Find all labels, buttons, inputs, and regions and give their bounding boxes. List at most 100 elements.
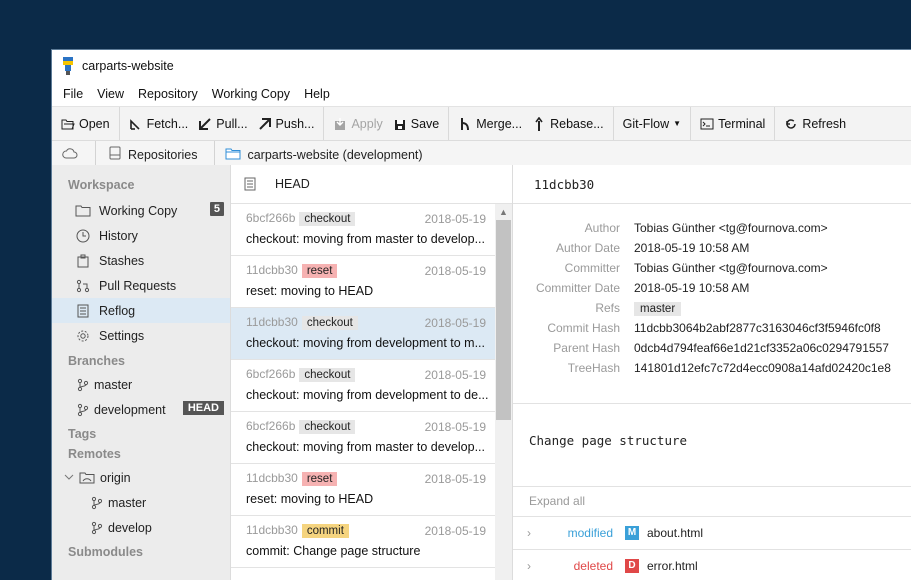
gitflow-dropdown[interactable]: Git-Flow ▼ — [618, 107, 686, 140]
sidebar-item-history[interactable]: History — [52, 223, 230, 248]
chevron-down-icon[interactable] — [64, 473, 74, 483]
branch-icon — [89, 520, 105, 536]
toolbar-group-stash: Apply Save — [324, 107, 450, 140]
menu-view[interactable]: View — [90, 87, 131, 101]
breadcrumb-current-repo[interactable]: carparts-website (development) — [225, 147, 430, 163]
toolbar-group-branch: Merge... Rebase... — [449, 107, 614, 140]
apply-stash-icon — [333, 117, 347, 131]
sidebar-item-stashes[interactable]: Stashes — [52, 248, 230, 273]
toolbar-group-gitflow: Git-Flow ▼ — [614, 107, 692, 140]
chevron-right-icon[interactable]: › — [527, 526, 543, 540]
chevron-right-icon[interactable]: › — [527, 559, 543, 573]
ref-badge[interactable]: master — [634, 302, 682, 316]
sidebar-item-label: master — [108, 495, 147, 510]
terminal-label: Terminal — [718, 116, 766, 131]
sidebar-item-label: Reflog — [99, 303, 136, 318]
meta-value[interactable]: 0dcb4d794feaf66e1d21cf3352a06c0294791557 — [634, 341, 889, 355]
list-item[interactable]: 6bcf266b checkout 2018-05-19 checkout: mo… — [231, 412, 495, 464]
list-item[interactable]: 11dcbb30 commit 2018-05-19 commit: Change… — [231, 516, 495, 568]
sidebar-item-label: master — [94, 377, 133, 392]
push-button[interactable]: Push... — [253, 107, 320, 140]
app-logo-icon — [62, 57, 74, 75]
meta-label: Committer Date — [535, 281, 620, 295]
meta-author-date: Author Date 2018-05-19 10:58 AM — [513, 238, 911, 258]
list-item[interactable]: 6bcf266b checkout 2018-05-19 checkout: mo… — [231, 360, 495, 412]
scrollbar-thumb[interactable] — [496, 220, 511, 420]
menu-file[interactable]: File — [56, 87, 90, 101]
submodules-header: Submodules — [68, 545, 144, 559]
reflog-scrollbar[interactable]: ▲ — [495, 204, 512, 580]
rebase-button[interactable]: Rebase... — [527, 107, 609, 140]
toolbar-group-open: Open — [52, 107, 120, 140]
merge-button[interactable]: Merge... — [453, 107, 527, 140]
entry-action-badge: reset — [301, 264, 338, 278]
list-item[interactable]: 11dcbb30 checkout 2018-05-19 checkout: mo… — [231, 308, 495, 360]
entry-message: reset: moving to HEAD — [246, 492, 374, 506]
changed-file-row[interactable]: › modified M about.html — [513, 516, 911, 549]
entry-action-badge: checkout — [301, 316, 358, 330]
open-button[interactable]: Open — [56, 107, 115, 140]
branch-icon — [75, 402, 91, 418]
menu-help[interactable]: Help — [297, 87, 337, 101]
reflog-header-label: HEAD — [275, 177, 310, 191]
window-title: carparts-website — [82, 59, 174, 73]
save-button[interactable]: Save — [388, 107, 445, 140]
repositories-icon — [108, 146, 122, 163]
entry-message: checkout: moving from master to develop.… — [246, 232, 485, 246]
sidebar-item-branch-master[interactable]: master — [52, 372, 230, 397]
remotes-header: Remotes — [68, 447, 121, 461]
entry-hash: 6bcf266b — [246, 211, 296, 225]
pull-icon — [198, 117, 212, 131]
refresh-button[interactable]: Refresh — [779, 107, 851, 140]
entry-action-badge: checkout — [299, 212, 356, 226]
sidebar-item-remote-origin[interactable]: origin — [52, 465, 230, 490]
entry-action-badge: checkout — [299, 420, 356, 434]
push-label: Push... — [275, 116, 315, 131]
apply-button[interactable]: Apply — [328, 107, 387, 140]
cloud-icon[interactable] — [62, 147, 78, 162]
sidebar-item-remote-branch-develop[interactable]: develop — [52, 515, 230, 540]
entry-message: reset: moving to HEAD — [246, 284, 374, 298]
fetch-label: Fetch... — [146, 116, 189, 131]
sidebar-item-pull-requests[interactable]: Pull Requests — [52, 273, 230, 298]
changed-file-row[interactable]: › deleted D error.html — [513, 549, 911, 580]
menu-working-copy[interactable]: Working Copy — [205, 87, 297, 101]
sidebar-item-working-copy[interactable]: Working Copy 5 — [52, 198, 230, 223]
breadcrumb-repositories[interactable]: Repositories — [108, 146, 205, 163]
sidebar-item-branch-development[interactable]: development HEAD — [52, 397, 230, 422]
sidebar-item-label: origin — [100, 470, 131, 485]
list-item[interactable]: 6bcf266b checkout 2018-05-19 checkout: mo… — [231, 204, 495, 256]
menu-repository[interactable]: Repository — [131, 87, 205, 101]
reflog-entries: 6bcf266b checkout 2018-05-19 checkout: mo… — [231, 204, 495, 580]
clock-icon — [75, 228, 91, 244]
terminal-button[interactable]: Terminal — [695, 107, 770, 140]
app-window: carparts-website File View Repository Wo… — [51, 49, 911, 580]
meta-value: Tobias Günther <tg@fournova.com> — [634, 221, 828, 235]
rebase-icon — [532, 116, 546, 131]
fetch-button[interactable]: Fetch... — [124, 107, 194, 140]
sidebar-item-remote-branch-master[interactable]: master — [52, 490, 230, 515]
entry-action-badge: checkout — [299, 368, 356, 382]
expand-all-link[interactable]: Expand all — [529, 494, 585, 508]
sidebar-item-reflog[interactable]: Reflog — [52, 298, 230, 323]
menu-bar: File View Repository Working Copy Help — [52, 82, 911, 106]
gear-icon — [75, 328, 91, 344]
entry-action-badge: commit — [301, 524, 349, 538]
pull-button[interactable]: Pull... — [193, 107, 252, 140]
entry-date: 2018-05-19 — [424, 316, 486, 330]
reflog-icon — [75, 303, 91, 319]
meta-label: Committer — [564, 261, 620, 275]
list-item[interactable]: 11dcbb30 reset 2018-05-19 reset: moving t… — [231, 256, 495, 308]
commit-short-hash: 11dcbb30 — [513, 165, 911, 204]
meta-label: Author — [584, 221, 620, 235]
list-item[interactable]: 11dcbb30 reset 2018-05-19 reset: moving t… — [231, 464, 495, 516]
file-name: about.html — [647, 526, 704, 540]
reflog-icon — [243, 177, 257, 191]
meta-refs: Refs master — [513, 298, 911, 318]
fetch-icon — [129, 117, 143, 131]
sidebar-item-settings[interactable]: Settings — [52, 323, 230, 348]
scroll-up-icon[interactable]: ▲ — [495, 204, 512, 220]
workspace-header: Workspace — [68, 178, 135, 192]
entry-message: checkout: moving from master to develop.… — [246, 440, 485, 454]
entry-message: checkout: moving from development to m..… — [246, 336, 485, 350]
